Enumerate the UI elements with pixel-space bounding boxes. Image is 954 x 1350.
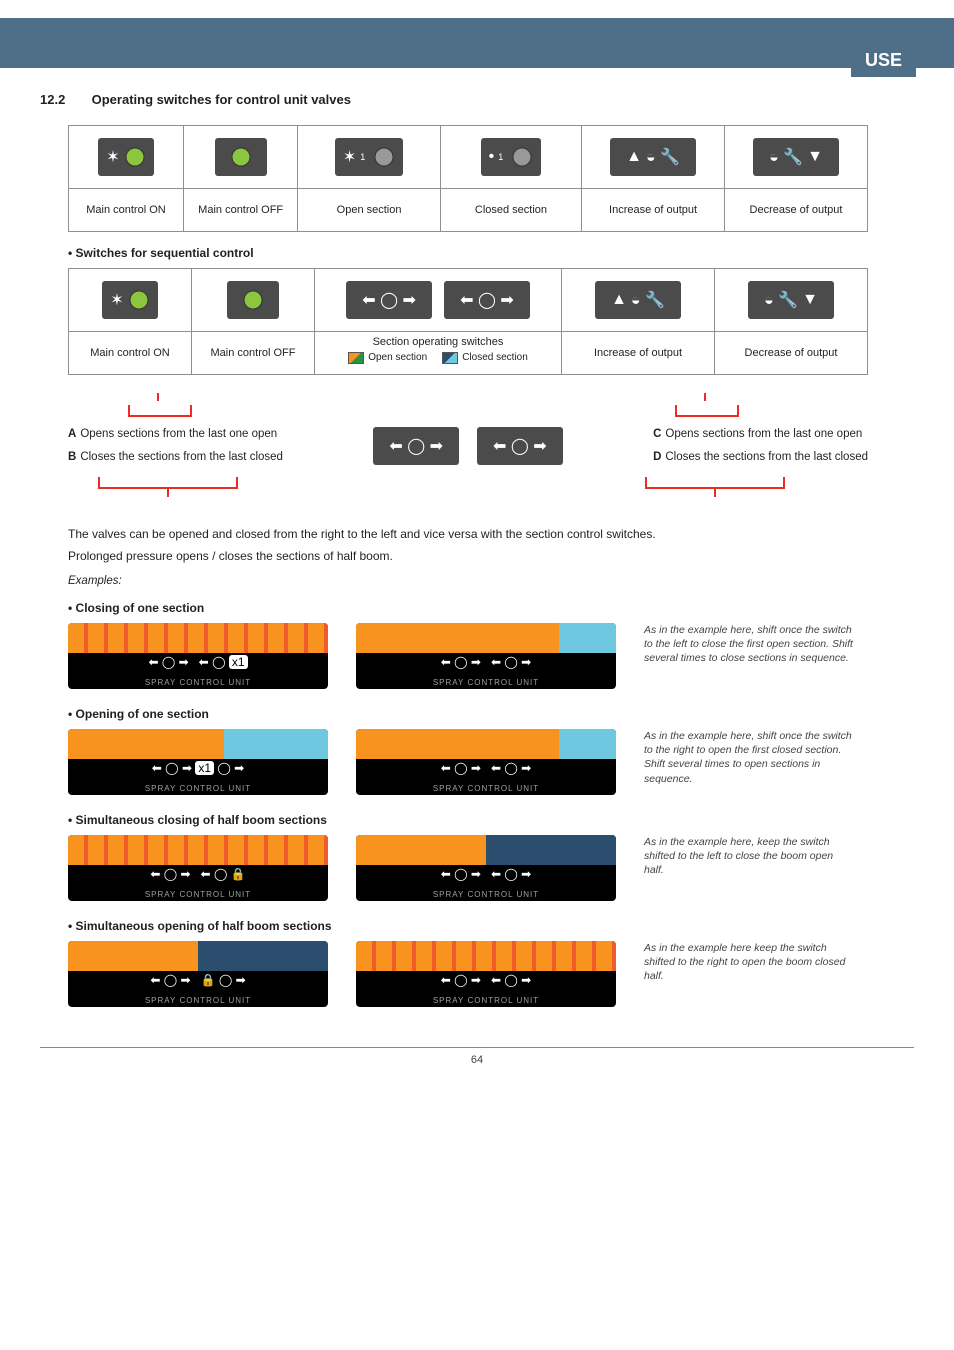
header-bar: USE [0,18,954,68]
cell-label: Main control OFF [183,189,297,232]
example-caption: As in the example here, keep the switch … [644,835,854,878]
switch-table-basic: ✶ ✶ 1 • 1 ◒ 🔧 ◒ 🔧 Main control ON Main c… [68,125,868,232]
main-off-icon [227,281,279,319]
example-caption: As in the example here keep the switch s… [644,941,854,984]
control-panel-before: ⬅ ◯ ➡ ⬅ ◯ 🔒 SPRAY CONTROL UNIT [68,835,328,901]
examples-block: • Closing of one section ⬅ ◯ ➡ ⬅ ◯ x1 SP… [68,601,914,1007]
cell-label: Main control ON [69,332,192,375]
closed-section-icon: • 1 [481,138,542,176]
callout-left: AOpens sections from the last one open B… [68,423,283,469]
callout-box: AOpens sections from the last one open B… [68,385,868,511]
switch-table-sequential: ✶ ⬅ ◯ ➡ ⬅ ◯ ➡ ◒ 🔧 ◒ 🔧 Main control ON Ma… [68,268,868,375]
cell-label: Increase of output [562,332,715,375]
control-panel-before: ⬅ ◯ ➡ 🔒 ◯ ➡ SPRAY CONTROL UNIT [68,941,328,1007]
seq-switch-left-icon: ⬅ ◯ ➡ [346,281,432,319]
explain-line1: The valves can be opened and closed from… [68,525,914,543]
section-operating-label: Section operating switches [321,336,555,348]
control-panel-after: ⬅ ◯ ➡ ⬅ ◯ ➡ SPRAY CONTROL UNIT [356,623,616,689]
decrease-output-icon: ◒ 🔧 [748,281,834,319]
cell-label: Main control ON [69,189,184,232]
decrease-output-icon: ◒ 🔧 [753,138,839,176]
control-panel-after: ⬅ ◯ ➡ ⬅ ◯ ➡ SPRAY CONTROL UNIT [356,835,616,901]
sequential-heading: • Switches for sequential control [68,246,914,260]
cell-label: Closed section [440,189,581,232]
cell-label: Main control OFF [192,332,315,375]
increase-output-icon: ◒ 🔧 [610,138,696,176]
examples-label: Examples: [68,575,914,587]
header-tag: USE [851,46,916,77]
open-section-icon: ✶ 1 [335,138,403,176]
control-panel-after: ⬅ ◯ ➡ ⬅ ◯ ➡ SPRAY CONTROL UNIT [356,729,616,795]
cell-label: Decrease of output [725,189,868,232]
example-caption: As in the example here, shift once the s… [644,623,854,666]
page-number: 64 [40,1047,914,1066]
example-heading: • Opening of one section [68,707,914,721]
main-off-icon [215,138,267,176]
seq-switch-icon: ⬅ ◯ ➡ [477,427,563,465]
legend-closed: Closed section [442,352,528,364]
seq-switch-right-icon: ⬅ ◯ ➡ [444,281,530,319]
control-panel-after: ⬅ ◯ ➡ ⬅ ◯ ➡ SPRAY CONTROL UNIT [356,941,616,1007]
control-panel-before: ⬅ ◯ ➡ ⬅ ◯ x1 SPRAY CONTROL UNIT [68,623,328,689]
explain-line2: Prolonged pressure opens / closes the se… [68,547,914,565]
section-title: Operating switches for control unit valv… [92,92,351,107]
example-heading: • Simultaneous opening of half boom sect… [68,919,914,933]
cell-label: Open section [298,189,440,232]
section-number: 12.2 [40,92,88,107]
cell-label: Decrease of output [715,332,868,375]
legend-open: Open section [348,352,427,364]
seq-switch-icon: ⬅ ◯ ➡ [373,427,459,465]
cell-label: Increase of output [582,189,725,232]
example-heading: • Simultaneous closing of half boom sect… [68,813,914,827]
main-on-icon: ✶ [98,138,153,176]
main-on-icon: ✶ [102,281,157,319]
increase-output-icon: ◒ 🔧 [595,281,681,319]
callout-right: COpens sections from the last one open D… [653,423,868,469]
control-panel-before: ⬅ ◯ ➡ x1 ◯ ➡ SPRAY CONTROL UNIT [68,729,328,795]
section-heading: 12.2 Operating switches for control unit… [40,92,914,107]
example-caption: As in the example here, shift once the s… [644,729,854,786]
example-heading: • Closing of one section [68,601,914,615]
